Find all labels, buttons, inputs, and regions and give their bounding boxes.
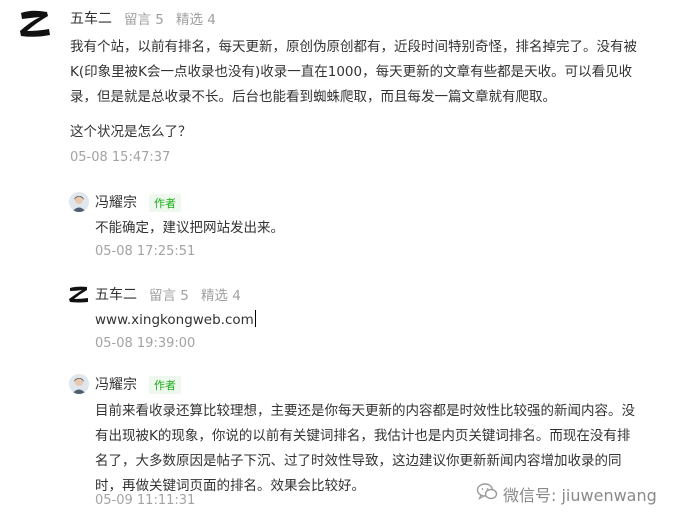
avatar[interactable] [69,192,89,212]
reply-time: 05-08 17:25:51 [95,244,196,259]
comment-count: 留言 5 [149,288,189,304]
avatar[interactable] [68,285,90,303]
comment-line: 录，但是就是总收录不长。后台也能看到蜘蛛爬取，而且每发一篇文章就有爬取。 [70,89,556,105]
avatar[interactable] [69,374,89,394]
comment-question: 这个状况是怎么了？ [70,124,192,140]
reply-time: 05-09 11:11:31 [95,493,196,508]
avatar-photo-icon [69,374,89,394]
text-caret [254,310,256,327]
reply-body: 不能确定，建议把网站发出来。 [95,220,284,236]
comment-body: 我有个站，以前有排名，每天更新，原创伪原创都有，近段时间特别奇怪，排名掉完了。没… [70,35,670,110]
comment-author[interactable]: 五车二 [70,8,112,28]
comment-line: 我有个站，以前有排名，每天更新，原创伪原创都有，近段时间特别奇怪，排名掉完了。没… [70,39,637,55]
comment-time: 05-08 19:39:00 [95,336,196,351]
wechat-icon [476,482,498,502]
reply-author[interactable]: 冯耀宗 [95,192,137,212]
reply-line: 有出现被K的现象，你说的以前有关键词排名，我估计也是内页关键词排名。而现在没有排 [95,428,631,444]
avatar-z-icon [69,286,88,303]
comment-time: 05-08 15:47:37 [70,150,171,165]
avatar[interactable] [18,8,52,38]
comment-count: 留言 5 [124,12,164,28]
reply-line: 名了，大多数原因是帖子下沉、过了时效性导致，这边建议你更新新闻内容增加收录的同 [95,453,622,469]
reply-line: 目前来看收录还算比较理想，主要还是你每天更新的内容都是时效性比较强的新闻内容。没 [95,403,635,419]
comment-line: K(印象里被K会一点收录也没有)收录一直在1000，每天更新的文章有些都是天收。… [70,64,633,80]
reply-author[interactable]: 冯耀宗 [95,374,137,394]
avatar-z-icon [20,10,50,37]
watermark-text: 微信号: jiuwenwang [503,486,657,505]
comment-body: www.xingkongweb.com [95,308,256,333]
comment-author[interactable]: 五车二 [95,284,137,304]
avatar-photo-icon [69,192,89,212]
picks-count: 精选 4 [176,12,216,28]
author-badge: 作者 [149,376,181,394]
picks-count: 精选 4 [201,288,241,304]
comment-text: www.xingkongweb.com [95,312,254,328]
author-badge: 作者 [149,194,181,212]
